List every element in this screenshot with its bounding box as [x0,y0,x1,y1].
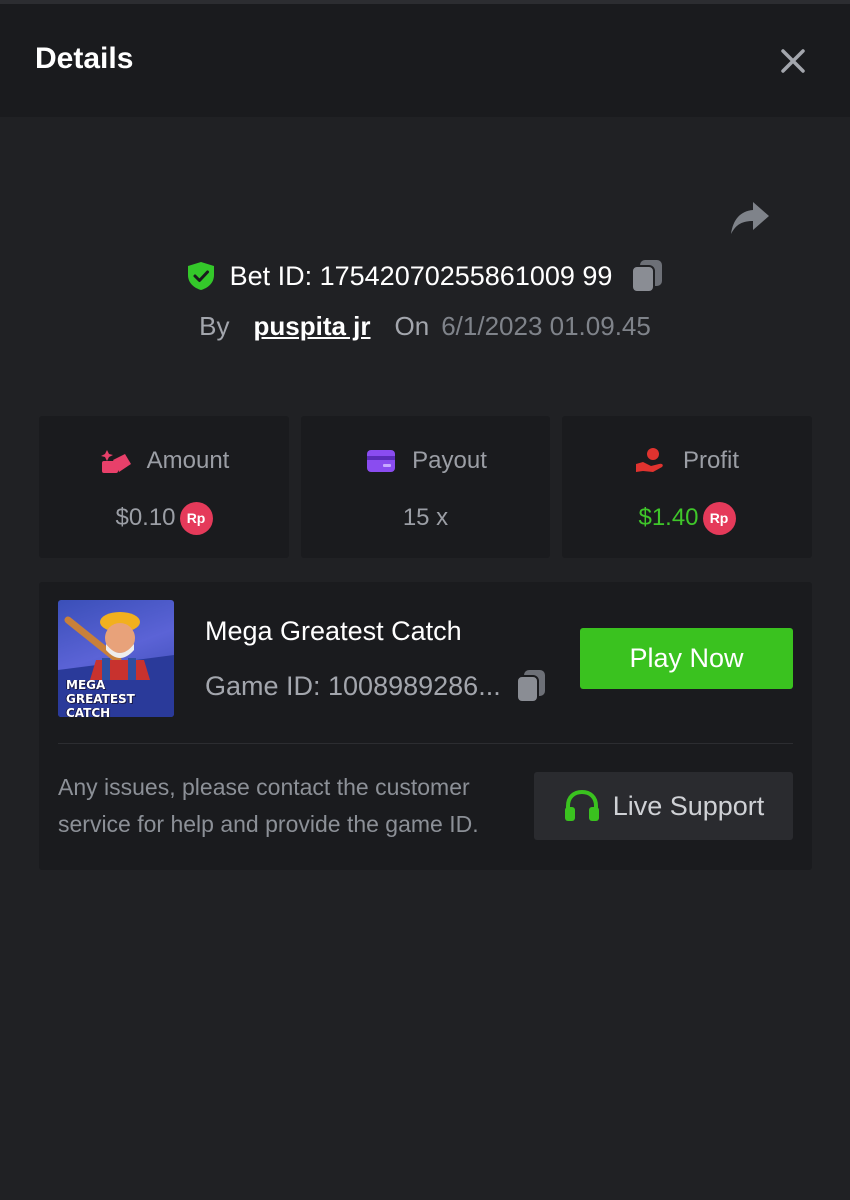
currency-badge: Rp [702,501,736,535]
currency-badge: Rp [179,501,213,535]
profit-card: Profit $1.40 Rp [562,416,812,558]
copy-icon[interactable] [515,668,547,704]
amount-icon [99,446,133,476]
amount-value-row: $0.10 Rp [39,500,289,536]
share-button[interactable] [726,196,774,240]
game-name: Mega Greatest Catch [205,616,462,646]
game-id-label: Game ID: 1008989286... [205,670,501,701]
username-link[interactable]: puspita jr [254,311,371,342]
help-text: Any issues, please contact the customer … [58,774,479,837]
payout-label: Payout [412,447,487,474]
game-panel: MEGA GREATEST CATCH Mega Greatest Catch … [39,582,812,870]
game-thumbnail[interactable]: MEGA GREATEST CATCH [58,600,174,717]
page-title: Details [35,42,134,75]
card-icon [364,446,398,476]
close-button[interactable] [772,40,814,82]
copy-icon[interactable] [630,258,664,294]
payout-value: 15 x [402,504,449,531]
divider [58,743,793,744]
profit-value: $1.40 [638,504,699,531]
shield-check-icon [186,261,216,291]
amount-value: $0.10 [115,504,176,531]
amount-card: Amount $0.10 Rp [39,416,289,558]
close-icon [781,49,805,73]
game-id-row: Game ID: 1008989286... [205,666,547,706]
bet-id-label: Bet ID: 17542070255861009 99 [229,260,613,291]
profit-icon [635,446,669,476]
bet-id-row: Bet ID: 17542070255861009 99 [0,252,850,300]
amount-label: Amount [146,447,230,474]
by-label: By [199,310,230,341]
profit-value-row: $1.40 Rp [562,500,812,536]
header-bar: Details [0,4,850,117]
headset-icon [563,789,601,823]
thumbnail-title: MEGA GREATEST CATCH [66,678,135,717]
payout-card: Payout 15 x [301,416,550,558]
on-label: On [394,310,430,341]
bet-date: 6/1/2023 01.09.45 [441,310,651,341]
profit-label: Profit [682,447,739,474]
bet-meta-row: By puspita jr On 6/1/2023 01.09.45 [0,304,850,348]
payout-value-row: 15 x [301,500,550,536]
live-support-button[interactable]: Live Support [534,772,793,840]
share-icon [731,202,769,234]
play-now-button[interactable]: Play Now [580,628,793,689]
live-support-label: Live Support [612,790,765,821]
